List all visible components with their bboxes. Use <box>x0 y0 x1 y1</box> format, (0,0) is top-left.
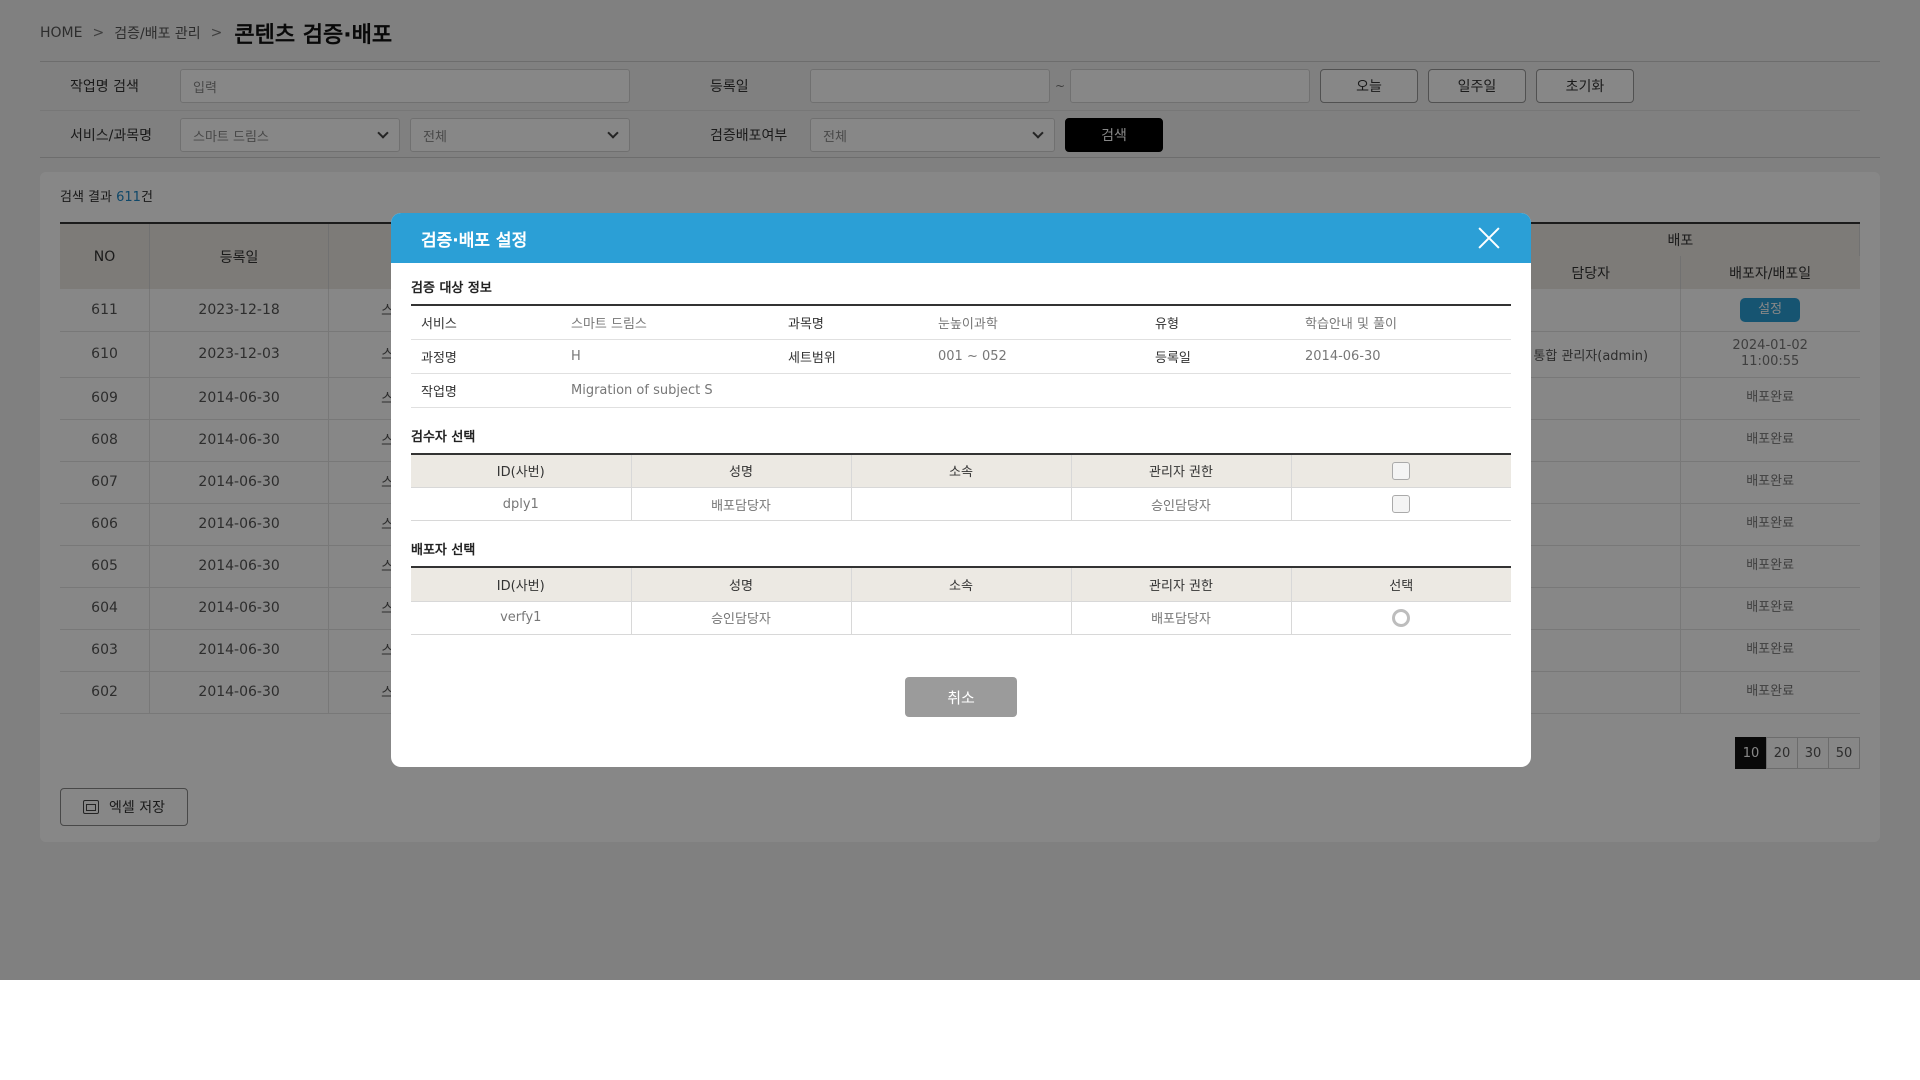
info-key: 세트범위 <box>778 339 928 374</box>
column-header-name: 성명 <box>631 567 852 602</box>
info-value: 눈높이과학 <box>928 305 1145 340</box>
column-header-role: 관리자 권한 <box>1071 567 1292 602</box>
column-header-name: 성명 <box>631 453 852 488</box>
column-header-affiliation: 소속 <box>851 567 1072 602</box>
column-header-id: ID(사번) <box>411 453 632 488</box>
reviewer-id: dply1 <box>411 487 632 521</box>
reviewer-checkbox[interactable] <box>1392 495 1411 513</box>
modal-footer: 취소 <box>391 677 1531 717</box>
reviewer-select-cell <box>1291 487 1511 521</box>
deployer-affiliation <box>851 601 1072 635</box>
cancel-button[interactable]: 취소 <box>905 677 1017 717</box>
reviewer-role: 승인담당자 <box>1071 487 1292 521</box>
close-icon[interactable] <box>1477 226 1501 250</box>
deployer-role: 배포담당자 <box>1071 601 1292 635</box>
target-info-title: 검증 대상 정보 <box>411 281 492 296</box>
reviewer-section-title: 검수자 선택 <box>411 429 476 445</box>
column-header-id: ID(사번) <box>411 567 632 602</box>
select-all-checkbox[interactable] <box>1392 461 1411 480</box>
target-info-table: 서비스 스마트 드림스 과목명 눈높이과학 유형 학습안내 및 풀이 과정명 H… <box>411 304 1511 408</box>
table-row: verfy1 승인담당자 배포담당자 <box>411 601 1511 635</box>
column-header-select-all <box>1291 453 1511 488</box>
info-key: 과정명 <box>411 339 561 374</box>
deployer-table: ID(사번) 성명 소속 관리자 권한 선택 verfy1 승인담당자 배포담당… <box>411 566 1511 635</box>
deployer-radio[interactable] <box>1392 608 1411 627</box>
column-header-select: 선택 <box>1291 567 1511 602</box>
reviewer-table: ID(사번) 성명 소속 관리자 권한 dply1 배포담당자 승인담당자 <box>411 452 1511 521</box>
column-header-role: 관리자 권한 <box>1071 453 1292 488</box>
modal-body: 검증 대상 정보 서비스 스마트 드림스 과목명 눈높이과학 유형 학습안내 및… <box>391 277 1531 635</box>
info-value: 001 ~ 052 <box>928 339 1145 374</box>
reviewer-affiliation <box>851 487 1072 521</box>
info-key: 등록일 <box>1145 339 1295 374</box>
column-header-affiliation: 소속 <box>851 453 1072 488</box>
info-key: 유형 <box>1145 305 1295 340</box>
info-value: H <box>561 339 778 374</box>
modal-title: 검증·배포 설정 <box>421 230 528 251</box>
deployer-select-cell <box>1291 601 1511 635</box>
info-value: 스마트 드림스 <box>561 305 778 340</box>
info-key: 서비스 <box>411 305 561 340</box>
reviewer-name: 배포담당자 <box>631 487 852 521</box>
info-value: 학습안내 및 풀이 <box>1295 305 1511 340</box>
deployer-section-title: 배포자 선택 <box>411 543 476 558</box>
deployer-name: 승인담당자 <box>631 601 852 635</box>
info-key: 과목명 <box>778 305 928 340</box>
table-row: dply1 배포담당자 승인담당자 <box>411 487 1511 521</box>
deploy-settings-modal: 검증·배포 설정 검증 대상 정보 서비스 스마트 드림스 과목명 눈높이과학 … <box>391 213 1531 767</box>
deployer-id: verfy1 <box>411 601 632 635</box>
modal-header: 검증·배포 설정 <box>391 213 1531 263</box>
info-value: Migration of subject S <box>561 373 1511 408</box>
info-key: 작업명 <box>411 373 561 408</box>
info-value: 2014-06-30 <box>1295 339 1511 374</box>
